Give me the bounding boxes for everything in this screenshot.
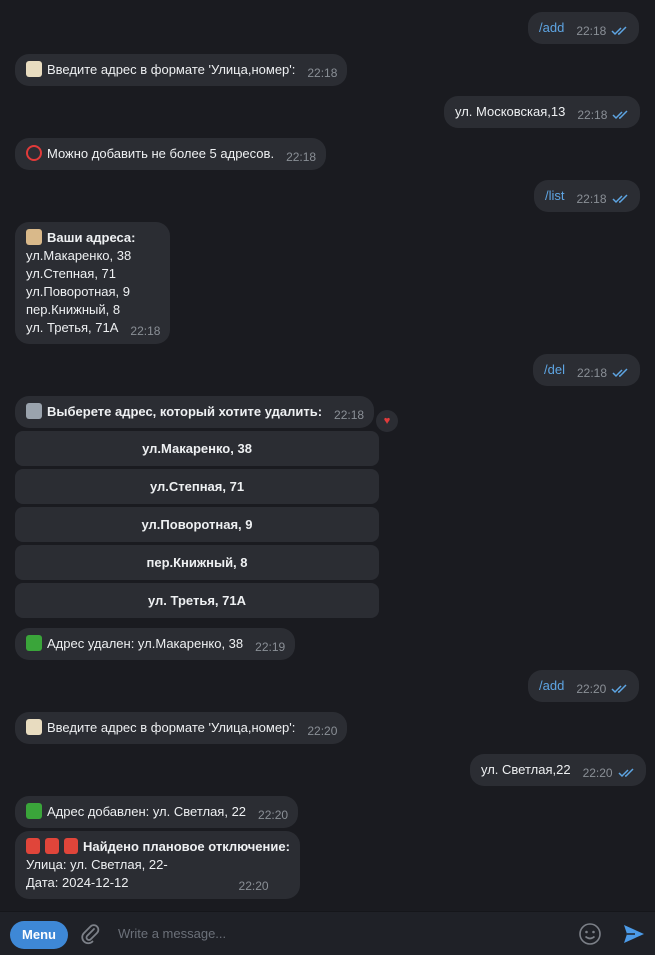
message-time: 22:20 [258,808,289,822]
message-time: 22:20 [576,682,607,696]
command-link[interactable]: /del [544,362,565,377]
menu-button[interactable]: Menu [10,921,68,949]
message-in[interactable]: Введите адрес в формате 'Улица,номер': 22… [15,54,348,86]
message-time: 22:18 [307,66,338,80]
memo-icon [26,719,42,735]
inline-keyboard-button[interactable]: ул.Макаренко, 38 [15,431,379,466]
inline-keyboard-button[interactable]: пер.Книжный, 8 [15,545,379,580]
message-in[interactable]: Можно добавить не более 5 адресов. 22:18 [15,138,327,170]
message-in[interactable]: Выберете адрес, который хотите удалить: 2… [15,396,375,428]
message-time: 22:19 [255,640,286,654]
memo-icon [26,61,42,77]
message-text: Введите адрес в формате 'Улица,номер': [47,62,296,77]
message-input[interactable]: Write a message... [118,926,226,941]
message-time: 22:20 [307,724,338,738]
read-checkmark-icon [611,23,629,41]
check-mark-icon [26,803,42,819]
address-line: ул. Третья, 71А [26,320,119,335]
message-out[interactable]: /add 22:20 [528,670,640,702]
siren-icon [64,838,78,854]
wastebasket-icon [26,403,42,419]
outage-date: Дата: 2024-12-12 [26,875,129,890]
address-line: ул.Степная, 71 [26,266,117,281]
send-icon[interactable] [622,922,646,949]
message-in[interactable]: Введите адрес в формате 'Улица,номер': 22… [15,712,348,744]
inline-keyboard-button[interactable]: ул. Третья, 71А [15,583,379,618]
message-time: 22:18 [576,366,607,380]
message-in[interactable]: Найдено плановое отключение: Улица: ул. … [15,831,300,899]
message-out[interactable]: /del 22:18 [533,354,640,386]
chat-history: /add 22:18 Введите адрес в формате 'Улица… [0,0,655,911]
message-text: ул. Московская,13 [455,104,566,119]
address-line: ул.Макаренко, 38 [26,248,132,263]
check-mark-icon [26,635,42,651]
command-link[interactable]: /list [545,188,565,203]
inline-keyboard-button[interactable]: ул.Поворотная, 9 [15,507,379,542]
read-checkmark-icon [612,107,630,125]
message-title: Ваши адреса: [47,230,136,245]
message-title: Найдено плановое отключение: [83,839,290,854]
address-line: пер.Книжный, 8 [26,302,121,317]
message-text: Адрес удален: ул.Макаренко, 38 [47,636,244,651]
message-out[interactable]: /list 22:18 [534,180,640,212]
message-text: Можно добавить не более 5 адресов. [47,146,275,161]
message-out[interactable]: ул. Московская,13 22:18 [444,96,641,128]
message-time: 22:18 [334,408,365,422]
read-checkmark-icon [611,681,629,699]
message-text: Выберете адрес, который хотите удалить: [47,404,323,419]
message-out[interactable]: /add 22:18 [528,12,640,44]
inline-keyboard-button[interactable]: ул.Степная, 71 [15,469,379,504]
heart-reaction-icon[interactable]: ♥ [376,410,398,432]
message-out[interactable]: ул. Светлая,22 22:20 [470,754,646,786]
message-in[interactable]: Адрес удален: ул.Макаренко, 38 22:19 [15,628,296,660]
emoji-icon[interactable] [578,922,602,949]
read-checkmark-icon [612,191,630,209]
command-link[interactable]: /add [539,20,564,35]
paperclip-icon[interactable] [79,923,101,948]
prohibited-icon [26,145,42,161]
command-link[interactable]: /add [539,678,564,693]
clipboard-icon [26,229,42,245]
siren-icon [45,838,59,854]
message-time: 22:20 [582,766,613,780]
message-in[interactable]: Ваши адреса: ул.Макаренко, 38 ул.Степная… [15,222,171,344]
message-time: 22:20 [238,879,269,893]
message-in[interactable]: Адрес добавлен: ул. Светлая, 22 22:20 [15,796,299,828]
siren-icon [26,838,40,854]
read-checkmark-icon [612,365,630,383]
outage-street: Улица: ул. Светлая, 22- [26,857,168,872]
message-text: ул. Светлая,22 [481,762,571,777]
message-time: 22:18 [576,192,607,206]
message-time: 22:18 [130,324,161,338]
message-composer: Menu Write a message... [0,911,655,955]
message-text: Введите адрес в формате 'Улица,номер': [47,720,296,735]
read-checkmark-icon [618,765,636,783]
message-time: 22:18 [576,24,607,38]
message-time: 22:18 [577,108,608,122]
message-text: Адрес добавлен: ул. Светлая, 22 [47,804,247,819]
address-line: ул.Поворотная, 9 [26,284,131,299]
message-time: 22:18 [286,150,317,164]
